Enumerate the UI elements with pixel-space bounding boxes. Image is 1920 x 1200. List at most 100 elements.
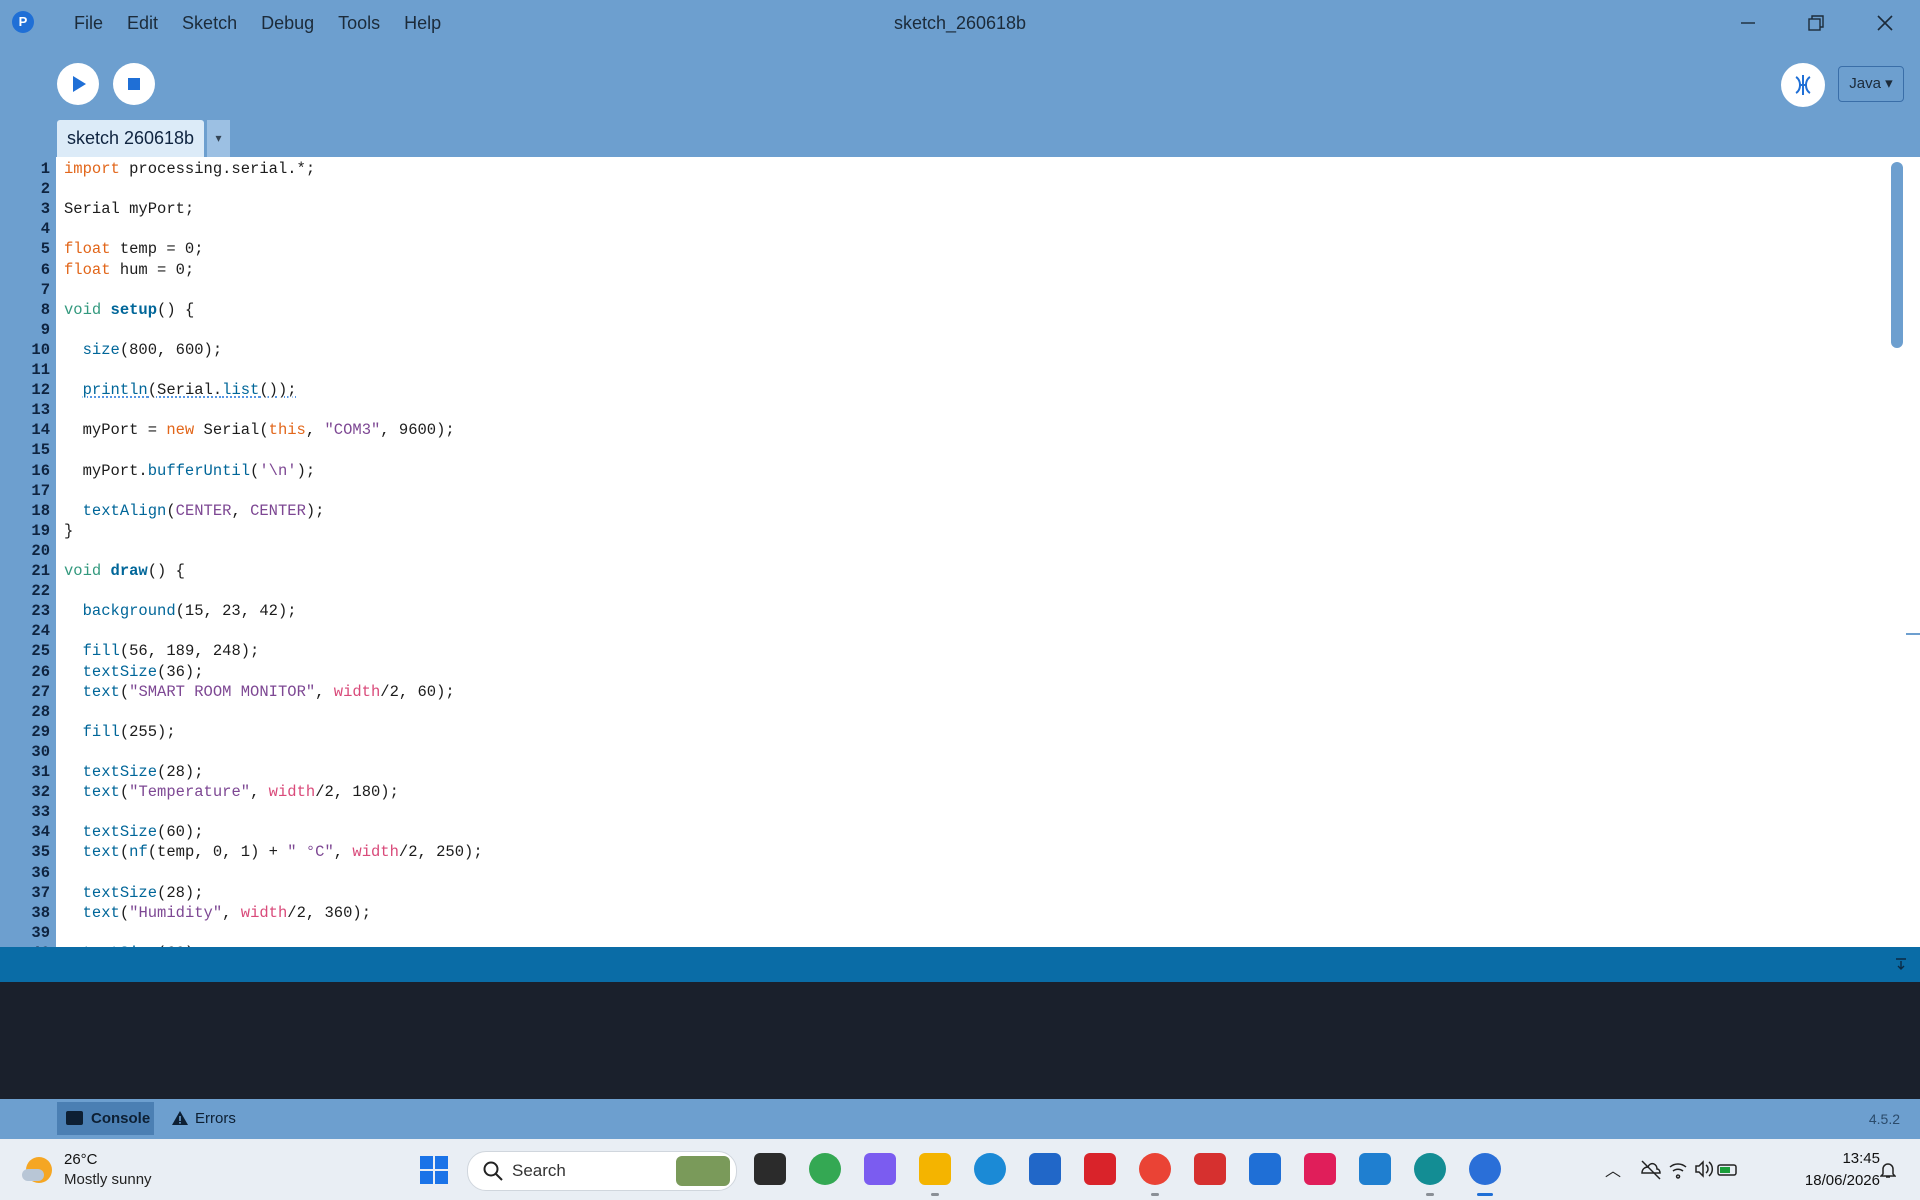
menu-tools[interactable]: Tools [326, 0, 392, 46]
clock-date[interactable]: 18/06/2026 [1780, 1172, 1880, 1189]
line-number: 33 [31, 803, 50, 822]
code-line[interactable]: text(nf(temp, 0, 1) + " °C", width/2, 25… [64, 842, 483, 862]
code-line[interactable]: size(800, 600); [64, 340, 223, 360]
console-output[interactable] [0, 982, 1920, 1099]
line-number: 5 [40, 240, 50, 259]
line-number: 22 [31, 582, 50, 601]
code-line[interactable]: textSize(36); [64, 662, 204, 682]
outlook-icon[interactable] [1249, 1153, 1281, 1185]
onedrive-off-icon [1641, 1162, 1661, 1174]
code-line[interactable]: println(Serial.list()); [64, 380, 297, 400]
line-number: 29 [31, 722, 50, 741]
code-line[interactable]: textAlign(CENTER, CENTER); [64, 501, 325, 521]
edge-icon[interactable] [974, 1153, 1006, 1185]
system-tray-icons[interactable] [1640, 1157, 1740, 1181]
code-line[interactable]: text("Temperature", width/2, 180); [64, 782, 399, 802]
line-number: 7 [40, 280, 50, 299]
notification-bell-icon[interactable] [1880, 1161, 1896, 1179]
menu-edit[interactable]: Edit [115, 0, 170, 46]
code-line[interactable]: background(15, 23, 42); [64, 601, 297, 621]
file-explorer-icon[interactable] [919, 1153, 951, 1185]
slack-icon[interactable] [1304, 1153, 1336, 1185]
restore-button[interactable] [1786, 0, 1846, 46]
volume-icon [1695, 1160, 1714, 1178]
line-number: 34 [31, 823, 50, 842]
menu-debug[interactable]: Debug [249, 0, 326, 46]
stop-icon [128, 78, 140, 90]
weather-sun-icon[interactable] [22, 1157, 52, 1183]
collapse-console-icon[interactable] [1893, 956, 1909, 972]
l-app-icon[interactable] [1084, 1153, 1116, 1185]
clock-time[interactable]: 13:45 [1820, 1150, 1880, 1167]
errors-tab-label: Errors [195, 1110, 236, 1127]
taskbar: 26°C Mostly sunny Search ︿ 13:45 18/06/2… [0, 1139, 1920, 1200]
microsoft-store-icon[interactable] [1029, 1153, 1061, 1185]
line-number: 11 [31, 361, 50, 379]
chrome-profile-icon[interactable] [1139, 1153, 1171, 1185]
code-line[interactable]: textSize(28); [64, 762, 204, 782]
processing-logo-icon: P [12, 11, 34, 33]
code-line[interactable]: fill(56, 189, 248); [64, 641, 260, 661]
stop-button[interactable] [113, 63, 155, 105]
line-number: 16 [31, 461, 50, 480]
pdf-app-icon[interactable] [1194, 1153, 1226, 1185]
code-line[interactable]: Serial myPort; [64, 199, 194, 219]
tab-sketch[interactable]: sketch 260618b [57, 120, 204, 157]
minimize-button[interactable] [1718, 0, 1778, 46]
weather-description[interactable]: Mostly sunny [64, 1171, 152, 1188]
code-editor[interactable]: 1 2 3 4 5 6 7 8 9 10 11 12 13 14 15 16 17 18 19 20 21 22 23 24 2… [0, 157, 1920, 962]
code-area[interactable]: import processing.serial.*; Serial myPort… [56, 157, 1886, 947]
code-line[interactable]: } [64, 521, 73, 541]
code-line[interactable]: void setup() { [64, 300, 194, 320]
line-number: 18 [31, 501, 50, 520]
code-line[interactable]: textSize(28); [64, 883, 204, 903]
code-line[interactable]: void draw() { [64, 561, 185, 581]
chrome-icon[interactable] [809, 1153, 841, 1185]
running-indicator [1426, 1193, 1434, 1196]
mode-select[interactable]: Java ▾ [1838, 66, 1904, 102]
code-line[interactable]: float temp = 0; [64, 239, 204, 259]
console-header [0, 947, 1920, 982]
windows-start-icon[interactable] [419, 1155, 449, 1185]
debugger-button[interactable] [1781, 63, 1825, 107]
processing-icon[interactable] [1469, 1153, 1501, 1185]
console-tab[interactable]: Console [57, 1102, 154, 1135]
code-line[interactable]: myPort = new Serial(this, "COM3", 9600); [64, 420, 455, 440]
code-line[interactable]: text("Humidity", width/2, 360); [64, 903, 371, 923]
line-number: 4 [40, 220, 50, 239]
tray-chevron-icon[interactable]: ︿ [1605, 1157, 1621, 1181]
line-number: 6 [40, 260, 50, 279]
weather-temperature[interactable]: 26°C [64, 1151, 98, 1168]
tab-menu-button[interactable]: ▾ [207, 120, 230, 157]
run-button[interactable] [57, 63, 99, 105]
code-line[interactable]: float hum = 0; [64, 260, 194, 280]
close-button[interactable] [1855, 0, 1915, 46]
line-number: 27 [31, 682, 50, 701]
errors-tab[interactable]: Errors [167, 1102, 257, 1135]
editor-scrollbar-thumb[interactable] [1891, 162, 1903, 348]
line-number: 15 [31, 441, 50, 460]
line-number: 25 [31, 642, 50, 661]
arduino-icon[interactable] [1414, 1153, 1446, 1185]
line-number: 13 [31, 401, 50, 420]
line-number: 36 [31, 863, 50, 882]
copilot-icon[interactable] [864, 1153, 896, 1185]
menu-file[interactable]: File [62, 0, 115, 46]
line-number: 8 [40, 300, 50, 319]
line-number: 17 [31, 481, 50, 500]
menu-help[interactable]: Help [392, 0, 453, 46]
code-line[interactable]: import processing.serial.*; [64, 159, 315, 179]
line-number: 38 [31, 903, 50, 922]
code-line[interactable]: text("SMART ROOM MONITOR", width/2, 60); [64, 682, 455, 702]
line-number: 28 [31, 702, 50, 721]
taskbar-search[interactable]: Search [467, 1151, 737, 1191]
code-line[interactable]: myPort.bufferUntil('\n'); [64, 461, 316, 481]
code-line[interactable]: fill(255); [64, 722, 176, 742]
status-bar: Console Errors 4.5.2 [0, 1099, 1920, 1139]
line-number: 26 [31, 662, 50, 681]
file-manager-icon[interactable] [754, 1153, 786, 1185]
menu-sketch[interactable]: Sketch [170, 0, 249, 46]
code-line[interactable]: textSize(60); [64, 822, 204, 842]
vscode-icon[interactable] [1359, 1153, 1391, 1185]
scrollbar-marker [1906, 633, 1920, 635]
